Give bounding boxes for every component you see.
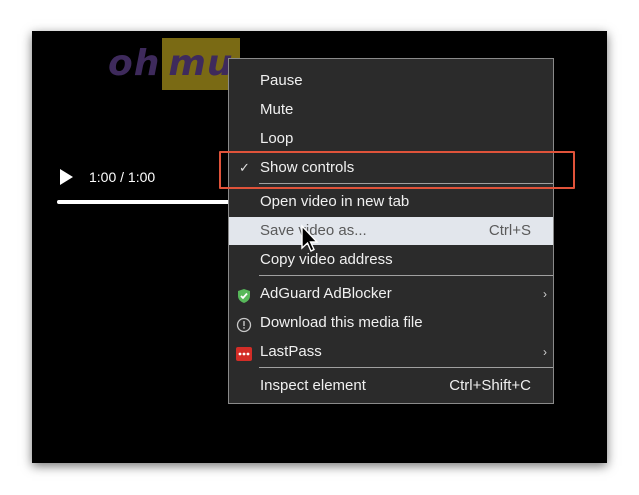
menu-item-copy-video-address[interactable]: Copy video address [229,246,553,274]
progress-fill [57,200,232,204]
info-circle-icon [236,315,252,333]
context-menu: Pause Mute Loop ✓ Show controls Open vid… [228,58,554,404]
menu-item-label: AdGuard AdBlocker [260,285,392,302]
menu-separator [259,367,553,368]
progress-bar[interactable] [57,200,232,204]
menu-item-open-video-new-tab[interactable]: Open video in new tab [229,188,553,216]
menu-item-lastpass[interactable]: LastPass › [229,338,553,366]
annotation-highlight-box [219,151,575,189]
menu-item-mute[interactable]: Mute [229,96,553,124]
menu-item-shortcut: Ctrl+Shift+C [449,377,531,394]
menu-item-loop[interactable]: Loop [229,125,553,153]
menu-item-pause[interactable]: Pause [229,67,553,95]
menu-item-label: Copy video address [260,251,393,268]
menu-item-label: Mute [260,101,294,118]
menu-item-label: Pause [260,72,303,89]
menu-item-label: Loop [260,130,294,147]
menu-item-label: Inspect element [260,377,366,394]
menu-item-adguard[interactable]: AdGuard AdBlocker › [229,280,553,308]
submenu-arrow-icon: › [543,287,547,301]
mouse-cursor-icon [300,224,320,254]
time-display: 1:00 / 1:00 [89,169,156,185]
menu-item-shortcut: Ctrl+S [488,222,531,239]
menu-item-label: Open video in new tab [260,193,410,210]
submenu-arrow-icon: › [543,345,547,359]
logo-text-1: oh [108,43,161,84]
menu-separator [259,275,553,276]
menu-item-label: LastPass [260,343,322,360]
menu-item-inspect-element[interactable]: Inspect element Ctrl+Shift+C [229,372,553,400]
menu-item-label: Download this media file [260,314,423,331]
lastpass-icon [236,344,252,361]
menu-item-download-media[interactable]: Download this media file [229,309,553,337]
adguard-shield-icon [236,286,252,303]
menu-item-save-video-as[interactable]: Save video as... Ctrl+S [229,217,553,245]
play-icon[interactable] [58,167,76,187]
